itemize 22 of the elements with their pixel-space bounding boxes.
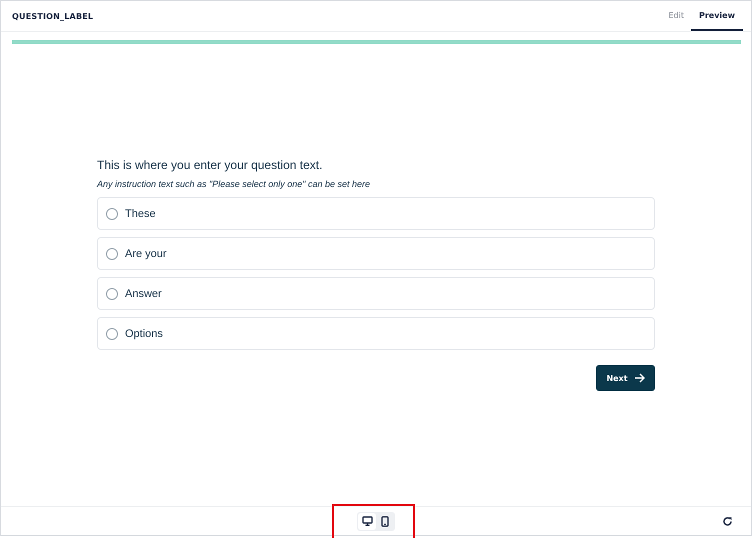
- refresh-icon[interactable]: [722, 516, 733, 527]
- question-text: This is where you enter your question text.: [97, 158, 324, 172]
- radio-button[interactable]: [106, 328, 118, 340]
- instruction-text: Any instruction text such as "Please select only one" can be set here: [97, 179, 372, 189]
- option-label: Are your: [125, 248, 167, 260]
- monitor-icon: [362, 516, 372, 526]
- tab[interactable]: Preview: [690, 1, 743, 31]
- radio-button[interactable]: [106, 208, 118, 220]
- answer-option[interactable]: Are your: [97, 237, 655, 270]
- radio-button[interactable]: [106, 288, 118, 300]
- phone-icon: [381, 516, 389, 526]
- question-label: QUESTION_LABEL: [12, 12, 94, 20]
- answer-option[interactable]: Options: [97, 317, 655, 350]
- answer-option[interactable]: Answer: [97, 277, 655, 310]
- desktop-button[interactable]: [358, 512, 376, 530]
- option-label: Options: [125, 328, 163, 340]
- next-button[interactable]: Next: [596, 365, 655, 391]
- answer-option[interactable]: These: [97, 197, 655, 230]
- option-label: These: [125, 208, 156, 220]
- option-label: Answer: [125, 288, 162, 300]
- arrow-right-icon: [634, 373, 645, 383]
- radio-button[interactable]: [106, 248, 118, 260]
